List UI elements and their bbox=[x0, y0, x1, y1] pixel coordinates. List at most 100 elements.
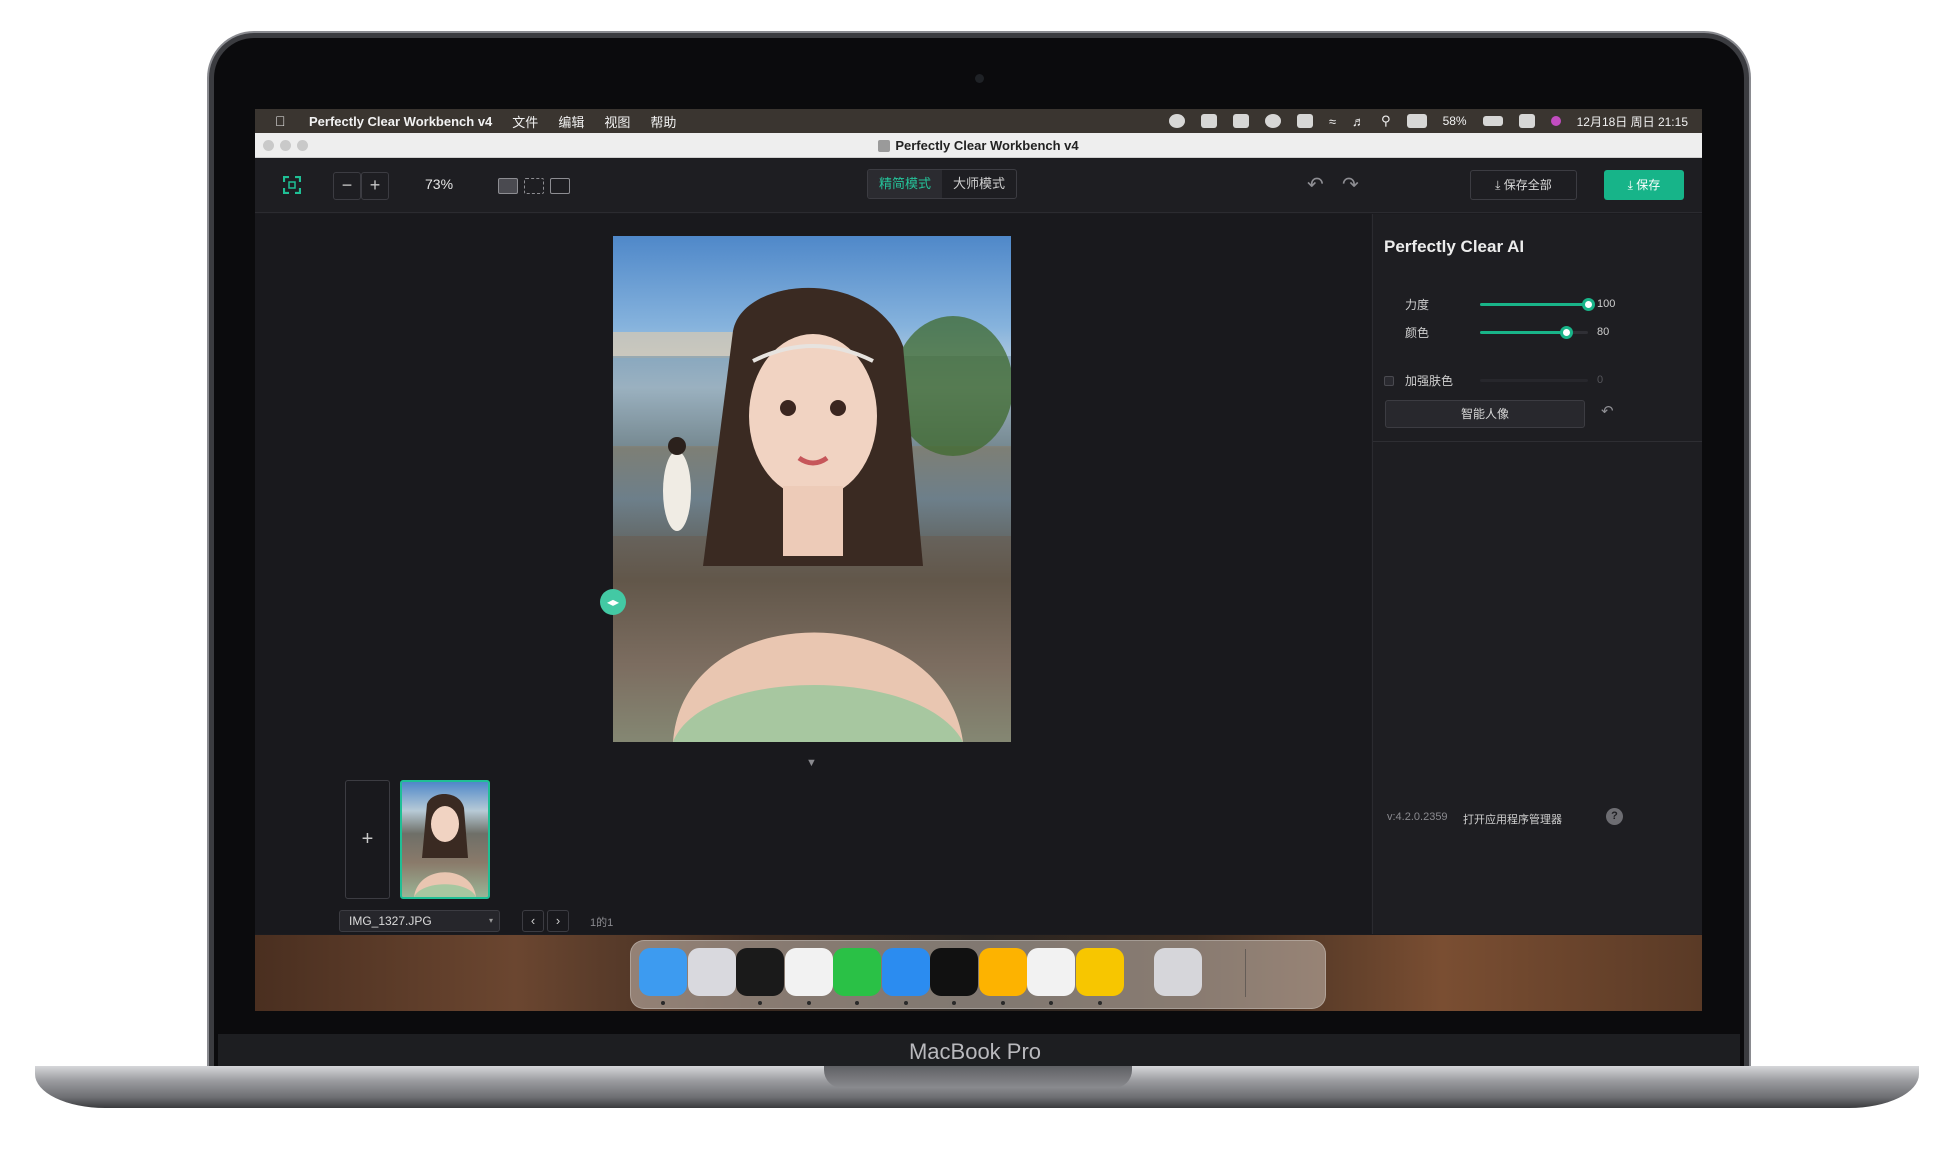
color-value: 80 bbox=[1597, 326, 1610, 338]
laptop-notch bbox=[824, 1066, 1132, 1088]
add-image-button[interactable]: + bbox=[345, 780, 390, 899]
compare-slider-handle[interactable]: ◂▸ bbox=[600, 589, 626, 615]
screen:  Perfectly Clear Workbench v4 文件 编辑 视图 … bbox=[255, 109, 1702, 1011]
zoom-level[interactable]: 73% bbox=[425, 176, 453, 192]
user-icon[interactable] bbox=[1264, 114, 1281, 128]
lastpass-icon[interactable] bbox=[930, 948, 978, 996]
tab-master-mode[interactable]: 大师模式 bbox=[942, 170, 1016, 198]
wechat-icon[interactable] bbox=[833, 948, 881, 996]
wifi-icon[interactable]: ≈ bbox=[1329, 114, 1336, 129]
color-label: 颜色 bbox=[1405, 326, 1430, 340]
fit-to-screen-icon[interactable] bbox=[283, 176, 301, 194]
photo-icon[interactable] bbox=[1296, 114, 1313, 128]
zoom-out-button[interactable]: − bbox=[333, 172, 361, 200]
mode-switch: 精简模式 大师模式 bbox=[867, 169, 1018, 199]
wechat-icon[interactable] bbox=[1168, 114, 1185, 128]
running-indicator bbox=[661, 1001, 665, 1005]
dock bbox=[630, 940, 1326, 1009]
menu-file[interactable]: 文件 bbox=[512, 112, 538, 131]
battery-percent: 58% bbox=[1442, 114, 1467, 128]
chrome-icon[interactable] bbox=[784, 948, 833, 996]
trash-icon[interactable] bbox=[1154, 948, 1202, 996]
running-indicator bbox=[1000, 1001, 1005, 1005]
menu-edit[interactable]: 编辑 bbox=[558, 112, 584, 131]
color-slider-fill bbox=[1480, 331, 1567, 334]
portrait-illustration bbox=[613, 287, 1011, 742]
window-title: Perfectly Clear Workbench v4 bbox=[255, 138, 1702, 153]
control-center-icon[interactable] bbox=[1518, 114, 1535, 128]
file-selector[interactable]: IMG_1327.JPG ▾ bbox=[339, 910, 500, 932]
perfectly-clear-icon[interactable] bbox=[1075, 948, 1124, 996]
reset-icon[interactable]: ↶ bbox=[1601, 402, 1614, 420]
preview-photo[interactable] bbox=[613, 236, 1011, 742]
color-slider-knob[interactable] bbox=[1560, 326, 1574, 339]
prev-image-button[interactable]: ‹ bbox=[522, 910, 544, 932]
menubar-clock[interactable]: 12月18日 周日 21:15 bbox=[1577, 113, 1688, 130]
running-indicator bbox=[1049, 1001, 1053, 1005]
tab-simple-mode[interactable]: 精简模式 bbox=[868, 170, 943, 198]
app-toolbar: − + 73% 精简模式 大师模式 ↶ ↷ ⤓ 保存全部 ⤓ 保存 bbox=[255, 159, 1702, 213]
version-text: v:4.2.0.2359 bbox=[1387, 811, 1448, 823]
sync-icon[interactable] bbox=[1232, 114, 1249, 128]
search-icon[interactable]: ⚲ bbox=[1381, 113, 1391, 129]
skin-tone-checkbox[interactable] bbox=[1384, 376, 1394, 386]
panel-divider bbox=[1373, 441, 1702, 442]
finder-icon[interactable] bbox=[639, 948, 687, 996]
terminal-icon[interactable] bbox=[736, 948, 784, 996]
lastpass-icon[interactable] bbox=[1200, 114, 1217, 128]
smart-portrait-button[interactable]: 智能人像 bbox=[1385, 400, 1585, 428]
sketch-icon[interactable] bbox=[978, 948, 1027, 996]
adjustment-panel: Perfectly Clear AI 力度 100 颜色 80 加强肤色 0 智… bbox=[1372, 214, 1702, 934]
undo-icon[interactable]: ↶ bbox=[1307, 172, 1324, 197]
dock-separator bbox=[1245, 949, 1246, 997]
running-indicator bbox=[855, 1001, 859, 1005]
save-button[interactable]: ⤓ 保存 bbox=[1604, 170, 1684, 200]
skin-tone-label: 加强肤色 bbox=[1405, 374, 1454, 388]
siri-icon[interactable] bbox=[1550, 116, 1561, 126]
single-view-icon[interactable] bbox=[498, 178, 518, 194]
image-thumbnail[interactable] bbox=[400, 780, 490, 899]
skin-tone-value: 0 bbox=[1597, 374, 1604, 386]
zoom-in-button[interactable]: + bbox=[361, 172, 389, 200]
menubar-status-area: ≈ ♬ ⚲ 58% 12月18日 周日 21:15 bbox=[1168, 109, 1688, 133]
redo-icon[interactable]: ↷ bbox=[1342, 172, 1359, 197]
next-image-button[interactable]: › bbox=[547, 910, 569, 932]
strength-slider-knob[interactable] bbox=[1582, 298, 1595, 311]
menu-app-name[interactable]: Perfectly Clear Workbench v4 bbox=[309, 114, 492, 129]
input-method-icon[interactable] bbox=[1406, 114, 1427, 128]
apple-icon[interactable]:  bbox=[275, 113, 289, 129]
camera bbox=[975, 74, 984, 83]
volume-icon[interactable]: ♬ bbox=[1352, 114, 1365, 129]
thumbnail-portrait bbox=[414, 793, 476, 897]
running-indicator bbox=[952, 1001, 956, 1005]
page-count: 1的1 bbox=[590, 917, 614, 929]
crop-view-icon[interactable] bbox=[550, 178, 570, 194]
skin-tone-slider[interactable] bbox=[1480, 379, 1588, 382]
panel-title: Perfectly Clear AI bbox=[1384, 237, 1525, 256]
file-name: IMG_1327.JPG bbox=[349, 914, 432, 928]
open-app-manager-link[interactable]: 打开应用程序管理器 bbox=[1463, 811, 1562, 827]
battery-icon[interactable] bbox=[1482, 116, 1503, 126]
running-indicator bbox=[903, 1001, 908, 1005]
running-indicator bbox=[1097, 1001, 1102, 1005]
strength-value: 100 bbox=[1597, 298, 1616, 310]
running-indicator bbox=[758, 1001, 762, 1005]
color-slider[interactable] bbox=[1480, 326, 1588, 339]
chrome-canary-icon[interactable] bbox=[1027, 948, 1075, 996]
split-view-icon[interactable] bbox=[524, 178, 544, 194]
strength-slider-fill bbox=[1480, 303, 1588, 306]
window-titlebar: Perfectly Clear Workbench v4 bbox=[255, 133, 1702, 158]
help-icon[interactable]: ? bbox=[1606, 808, 1623, 825]
launchpad-icon[interactable] bbox=[687, 948, 736, 996]
caret-down-icon: ▾ bbox=[488, 916, 493, 925]
window-title-text: Perfectly Clear Workbench v4 bbox=[895, 138, 1079, 153]
macbook-label: MacBook Pro bbox=[908, 1039, 1042, 1064]
save-all-button[interactable]: ⤓ 保存全部 bbox=[1470, 170, 1577, 200]
menu-view[interactable]: 视图 bbox=[604, 112, 630, 131]
macos-menubar:  Perfectly Clear Workbench v4 文件 编辑 视图 … bbox=[255, 109, 1702, 133]
app-doc-icon bbox=[878, 140, 891, 152]
menu-help[interactable]: 帮助 bbox=[650, 112, 676, 131]
chevron-down-icon[interactable]: ▼ bbox=[806, 757, 817, 769]
strength-slider[interactable] bbox=[1480, 298, 1595, 311]
safari-icon[interactable] bbox=[881, 948, 930, 996]
